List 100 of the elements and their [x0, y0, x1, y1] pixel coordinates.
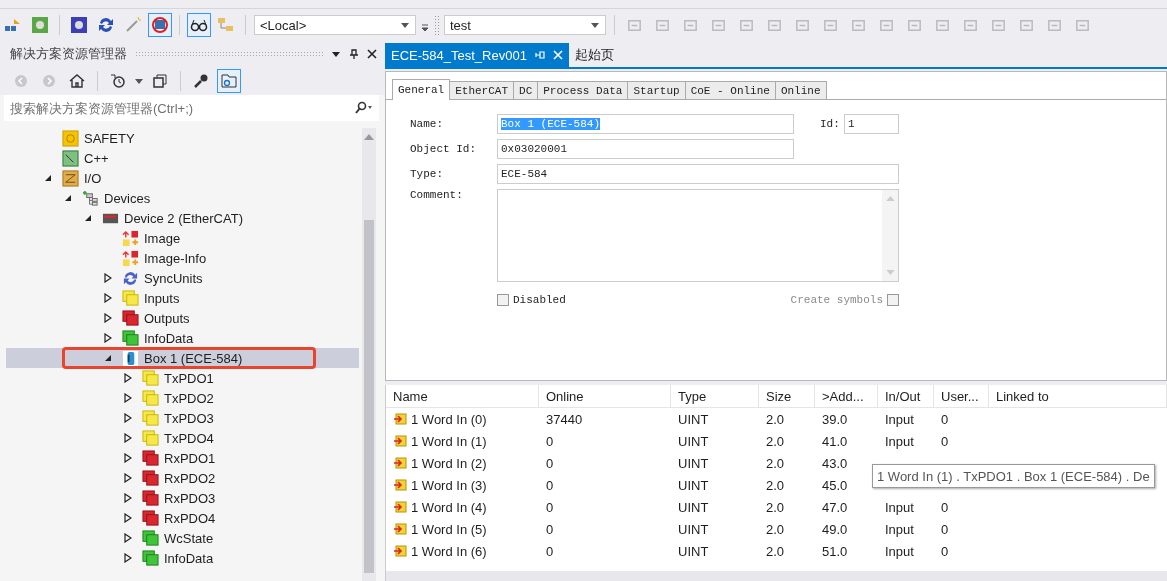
column-header[interactable]: Online — [539, 385, 671, 407]
dropdown-icon[interactable] — [135, 78, 143, 84]
folder-search-icon[interactable] — [218, 70, 240, 92]
tree-item-label[interactable]: SAFETY — [84, 130, 135, 146]
tree-item-label[interactable]: TxPDO4 — [164, 430, 214, 446]
collapsed-arrow-icon[interactable] — [124, 373, 132, 383]
target-icon[interactable] — [149, 14, 171, 36]
tree-item-label[interactable]: Device 2 (EtherCAT) — [124, 210, 243, 226]
tree-item-label[interactable]: SyncUnits — [144, 270, 203, 286]
tree-item-label[interactable]: InfoData — [144, 330, 194, 346]
collapsed-arrow-icon[interactable] — [124, 413, 132, 423]
tree-item-label[interactable]: RxPDO4 — [164, 510, 216, 526]
stacked-squares-icon — [142, 389, 159, 407]
tree-item-label[interactable]: RxPDO2 — [164, 470, 216, 486]
collapsed-arrow-icon[interactable] — [104, 313, 112, 323]
table-cell: 47.0 — [822, 499, 848, 515]
type-field[interactable]: ECE-584 — [497, 164, 899, 184]
tree-item-label[interactable]: RxPDO3 — [164, 490, 216, 506]
column-header[interactable]: In/Out — [878, 385, 934, 407]
document-tab[interactable]: 起始页 — [568, 43, 620, 67]
dropdown-arrow-icon[interactable] — [401, 23, 409, 28]
collapsed-arrow-icon[interactable] — [124, 513, 132, 523]
id-field[interactable]: 1 — [844, 114, 899, 134]
table-cell: Input — [885, 433, 914, 449]
type-label: Type: — [410, 168, 444, 180]
image-icon — [122, 229, 139, 247]
scrollbar[interactable] — [362, 128, 376, 581]
property-tab[interactable]: DC — [513, 81, 539, 99]
input-variable-icon — [393, 501, 407, 513]
stacked-squares-icon — [122, 329, 139, 347]
tree-item-label[interactable]: I/O — [84, 170, 102, 186]
tree-item-label[interactable]: RxPDO1 — [164, 450, 216, 466]
scroll-thumb[interactable] — [364, 220, 374, 573]
platform-combo[interactable]: <Local> — [254, 15, 416, 35]
collapsed-arrow-icon[interactable] — [124, 433, 132, 443]
stacked-squares-icon — [142, 529, 159, 547]
table-cell: 49.0 — [822, 521, 848, 537]
glasses-icon[interactable] — [188, 14, 210, 36]
tree-item-label[interactable]: TxPDO2 — [164, 390, 214, 406]
collapsed-arrow-icon[interactable] — [124, 393, 132, 403]
tree-item-label[interactable]: Image — [144, 230, 181, 246]
table-cell: 43.0 — [822, 455, 848, 471]
tree-item-label[interactable]: C++ — [84, 150, 109, 166]
table-cell: 2.0 — [766, 521, 785, 537]
tree-item-label[interactable]: Outputs — [144, 310, 190, 326]
tree-item-label[interactable]: Image-Info — [144, 250, 207, 266]
gear-chip-icon[interactable] — [68, 14, 90, 36]
table-cell: 2.0 — [766, 433, 785, 449]
collapsed-arrow-icon[interactable] — [104, 293, 112, 303]
table-cell: 2.0 — [766, 411, 785, 427]
scrollbar[interactable] — [386, 571, 1167, 581]
expanded-arrow-icon[interactable] — [64, 193, 72, 203]
search-icon[interactable] — [353, 95, 379, 121]
expanded-arrow-icon[interactable] — [44, 173, 52, 183]
tooltip: 1 Word In (1) . TxPDO1 . Box 1 (ECE-584) . De — [872, 464, 1155, 488]
stacked-squares-icon — [142, 409, 159, 427]
scroll-up-icon[interactable] — [364, 134, 374, 140]
dropdown-icon[interactable] — [331, 49, 341, 59]
column-header[interactable]: >Add... — [815, 385, 878, 407]
column-header[interactable]: User... — [934, 385, 989, 407]
tree-item-label[interactable]: TxPDO3 — [164, 410, 214, 426]
expanded-arrow-icon[interactable] — [84, 213, 92, 223]
table-cell: 1 Word In (3) — [411, 477, 487, 493]
expanded-arrow-icon[interactable] — [104, 353, 112, 363]
collapsed-arrow-icon[interactable] — [104, 333, 112, 343]
table-cell: 1 Word In (5) — [411, 521, 487, 537]
property-tab[interactable]: EtherCAT — [449, 81, 515, 99]
collapsed-arrow-icon[interactable] — [124, 533, 132, 543]
search-field[interactable]: 搜索解决方案资源管理器(Ctrl+;) — [4, 95, 353, 121]
tree-item-label[interactable]: Devices — [104, 190, 151, 206]
input-variable-icon — [393, 479, 407, 491]
column-header[interactable]: Name — [386, 385, 539, 407]
table-cell: 1 Word In (2) — [411, 455, 487, 471]
tree-item-label[interactable]: WcState — [164, 530, 214, 546]
collapsed-arrow-icon[interactable] — [124, 473, 132, 483]
column-header[interactable]: Linked to — [989, 385, 1167, 407]
id-label: Id: — [820, 118, 841, 130]
column-header[interactable]: Size — [759, 385, 815, 407]
dropdown-arrow-icon[interactable] — [591, 23, 599, 28]
tree-item-label[interactable]: TxPDO1 — [164, 370, 214, 386]
table-cell: 0 — [941, 499, 949, 515]
collapsed-arrow-icon[interactable] — [124, 553, 132, 563]
object-id-field[interactable]: 0x03020001 — [497, 139, 794, 159]
property-tab[interactable]: Online — [774, 81, 827, 99]
property-tab[interactable]: Startup — [627, 81, 686, 99]
table-cell: Input — [885, 411, 914, 427]
pin-icon[interactable] — [349, 49, 359, 59]
column-header[interactable]: Type — [671, 385, 759, 407]
name-label: Name: — [410, 118, 444, 130]
collapsed-arrow-icon[interactable] — [104, 273, 112, 283]
project-combo[interactable]: test — [444, 15, 606, 35]
property-tab[interactable]: General — [392, 79, 451, 100]
property-tab[interactable]: CoE - Online — [684, 81, 776, 99]
property-tab[interactable]: Process Data — [537, 81, 629, 99]
collapsed-arrow-icon[interactable] — [124, 453, 132, 463]
tree-item-label[interactable]: Inputs — [144, 290, 180, 306]
tree-item-label[interactable]: InfoData — [164, 550, 214, 566]
close-icon[interactable] — [367, 49, 377, 59]
cpp-icon — [62, 149, 79, 167]
collapsed-arrow-icon[interactable] — [124, 493, 132, 503]
